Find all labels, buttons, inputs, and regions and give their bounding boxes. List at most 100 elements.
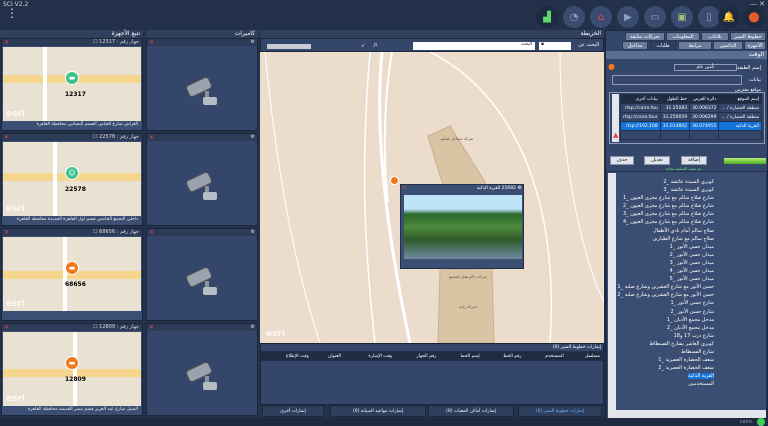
table-row[interactable]: القرية الذكية 30.074955 31.014802 rtsp://19…: [620, 121, 763, 131]
list-item[interactable]: شارع حسن الأنور _2: [617, 308, 742, 316]
search-input[interactable]: البحث: [413, 42, 535, 50]
list-item[interactable]: ميدان حسن الأنور _2: [617, 251, 742, 259]
close-icon[interactable]: ✕: [149, 324, 154, 331]
list-item[interactable]: شارع حسن الأنور _1: [617, 299, 742, 307]
list-item[interactable]: صلاح سالم مع شارع الطيارين: [617, 235, 742, 243]
list-item[interactable]: كوبري السيدة عائشة _3: [617, 186, 742, 194]
camera-settings-icon[interactable]: ⚙: [251, 39, 255, 45]
list-item[interactable]: كوبري العاشر بشارع الفسطاط: [617, 340, 742, 348]
search-icon[interactable]: ⌕: [373, 40, 378, 50]
list-item[interactable]: حسن الأنور مع شارع العشرين وشارع صلبة _1: [617, 283, 742, 291]
speedometer-icon[interactable]: ◔: [563, 6, 585, 28]
close-icon[interactable]: ✕: [149, 134, 154, 141]
data-input[interactable]: [612, 75, 742, 85]
tab[interactable]: بلاغات: [701, 32, 729, 41]
column-header[interactable]: رقم الجهاز: [394, 351, 440, 361]
camera-settings-icon[interactable]: ⚙: [518, 185, 522, 191]
list-item[interactable]: شارع صلاح سالم مع شارع مجرى العيون _3: [617, 210, 742, 218]
pointer-icon[interactable]: ➹: [361, 42, 366, 49]
device-map[interactable]: ▬ 12809 esri: [3, 332, 141, 406]
list-item[interactable]: ميدان حسن الأنور _5: [617, 275, 742, 283]
map-pin-icon[interactable]: ⬤: [743, 6, 765, 28]
list-item[interactable]: القرية الذكية: [617, 372, 742, 380]
person-pin-icon[interactable]: ☺: [65, 166, 79, 180]
mobile-icon[interactable]: ▯: [698, 6, 720, 28]
close-icon[interactable]: ✕: [4, 134, 9, 141]
car-pin-icon[interactable]: ▬: [65, 356, 79, 370]
list-item[interactable]: كوبري السيدة عائشة _2: [617, 178, 742, 186]
list-item[interactable]: شارع صلاح سالم مع شارع مجرى العيون _2: [617, 202, 742, 210]
list-item[interactable]: شارع درب 17 و18: [617, 332, 742, 340]
alerts-tab[interactable]: إشارات خطوط السير (0): [518, 405, 602, 417]
edit-button[interactable]: تعديل: [644, 156, 670, 165]
list-item[interactable]: مدخل مجمع الأديان _2: [617, 324, 742, 332]
checkbox[interactable]: ☐: [93, 229, 97, 235]
list-scrollbar[interactable]: [608, 173, 616, 410]
chart-icon[interactable]: ▟: [536, 6, 558, 28]
tab[interactable]: خطوط السير: [730, 32, 766, 41]
column-header[interactable]: وقت الإشارة: [342, 351, 396, 361]
menu-icon[interactable]: ⋮: [6, 7, 18, 19]
add-button[interactable]: إضافة: [681, 156, 707, 165]
column-header[interactable]: إسم الخط: [438, 351, 483, 361]
list-item[interactable]: المستخدمين: [617, 380, 742, 388]
list-item[interactable]: مدخل مجمع الأديان _1: [617, 316, 742, 324]
monitor-user-icon[interactable]: ▣: [671, 6, 693, 28]
camera-settings-icon[interactable]: ⚙: [251, 134, 255, 140]
list-item[interactable]: حسن الأنور مع شارع العشرين وشارع صلبة _2: [617, 291, 742, 299]
device-map[interactable]: ▬ 68656 esri: [3, 237, 141, 311]
column-header[interactable]: العنوان: [310, 351, 344, 361]
delete-button[interactable]: حذف: [610, 156, 634, 165]
tab[interactable]: الأجهزة: [744, 41, 766, 50]
tab[interactable]: الدائمين: [713, 41, 743, 50]
list-item[interactable]: ميدان حسن الأنور _1: [617, 243, 742, 251]
tab[interactable]: مداخيل: [622, 41, 648, 50]
list-item[interactable]: ميدان حسن الأنور _3: [617, 259, 742, 267]
search-type-select[interactable]: ▪: [539, 42, 571, 50]
tab[interactable]: المعلومات: [666, 32, 700, 41]
checkbox[interactable]: ☐: [93, 134, 97, 140]
close-icon[interactable]: ✕: [4, 229, 9, 236]
list-item[interactable]: صلاح سالم أمام نادي الأطفال: [617, 227, 742, 235]
home-icon[interactable]: ⌂: [590, 6, 612, 28]
device-map[interactable]: ☺ 22578 esri: [3, 142, 141, 216]
close-icon[interactable]: ✕: [149, 229, 154, 236]
alerts-tab[interactable]: إشارات أماكن المعيات (0): [428, 405, 514, 417]
tab[interactable]: تحركات سابقة: [625, 32, 665, 41]
table-row[interactable]: منطقة الحضارة / ... 30.006299 31.250059 rts…: [620, 112, 763, 122]
bell-icon[interactable]: 🔔: [718, 6, 740, 28]
map-view[interactable]: شركة مسائل شتايم شركة داكو هيلز للتجمع ش…: [260, 52, 604, 343]
table-row[interactable]: منطقة الحضارة / ... 30.006372 31.25083 rtsp…: [620, 103, 763, 113]
column-header[interactable]: إسم الموقع: [718, 94, 763, 104]
device-map[interactable]: ▬ 12317 esri: [3, 47, 141, 121]
alerts-tab[interactable]: إشارات أخرى: [262, 405, 324, 417]
column-header[interactable]: بيانات أخرى: [620, 94, 661, 104]
list-item[interactable]: شعف الحضارة العصرية _1: [617, 356, 742, 364]
list-hscrollbar[interactable]: [608, 410, 766, 418]
list-item[interactable]: شارع صلاح سالم مع شارع مجرى العيون _4: [617, 218, 742, 226]
list-item[interactable]: شارع الفسطاط: [617, 348, 742, 356]
briefcase-icon[interactable]: ▭: [644, 6, 666, 28]
column-header[interactable]: خط الطول: [659, 94, 691, 104]
close-icon[interactable]: ✕: [149, 39, 154, 46]
alerts-tab[interactable]: إشارات مواعيد الصيانة (0): [330, 405, 426, 417]
video-icon[interactable]: ▶: [617, 6, 639, 28]
list-item[interactable]: شارع صلاح سالم مع شارع مجرى العيون _1: [617, 194, 742, 202]
car-pin-icon[interactable]: ▬: [65, 261, 79, 275]
tab[interactable]: مرابط: [678, 41, 712, 50]
camera-pin-icon[interactable]: [390, 176, 399, 185]
car-pin-icon[interactable]: ▬: [65, 71, 79, 85]
checkbox[interactable]: ☐: [93, 324, 97, 330]
column-header[interactable]: رقم الخط: [481, 351, 525, 361]
column-header[interactable]: المستخدم: [523, 351, 567, 361]
checkbox[interactable]: ☐: [93, 39, 97, 45]
close-icon[interactable]: ✕: [4, 39, 9, 46]
column-header[interactable]: وقت الإطلاع: [261, 351, 312, 361]
list-item[interactable]: شعف الحضارة العصرية _2: [617, 364, 742, 372]
tab[interactable]: طلبات: [649, 41, 677, 50]
camera-settings-icon[interactable]: ⚙: [251, 229, 255, 235]
close-icon[interactable]: ✕: [4, 324, 9, 331]
column-header[interactable]: دائرة العرض: [689, 94, 720, 104]
column-header[interactable]: مسلسل: [565, 351, 604, 361]
layer-input[interactable]: تأمين عام: [674, 64, 737, 71]
